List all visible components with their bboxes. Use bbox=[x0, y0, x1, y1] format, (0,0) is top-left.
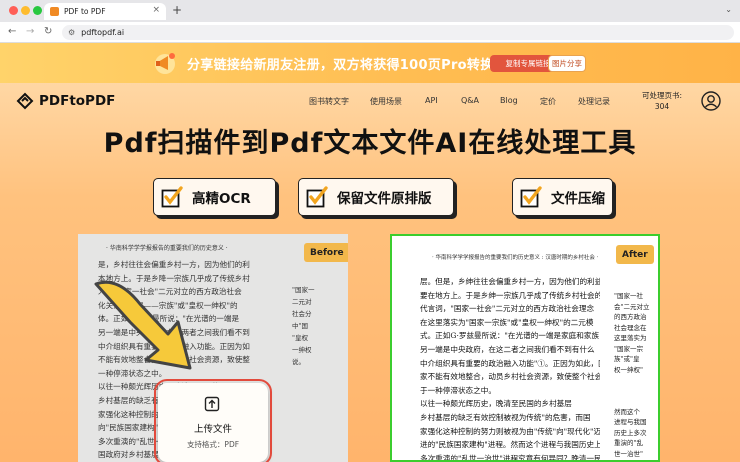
nav-pricing[interactable]: 定价 bbox=[540, 96, 556, 107]
nav-qa[interactable]: Q&A bbox=[461, 96, 479, 105]
feature-label: 文件压缩 bbox=[551, 191, 605, 207]
chevron-down-icon[interactable]: ⌄ bbox=[725, 5, 732, 14]
doc-line: 家不能有效地整合，动员乡村社会资源，致使整个社会处 bbox=[420, 372, 600, 382]
feature-keep-layout: 保留文件原排版 bbox=[298, 178, 454, 216]
url-input[interactable]: ⚙ pdftopdf.ai bbox=[62, 25, 734, 40]
after-doc-header: · 华南科学学学报报告的重要我们的历史意义 : 汉唐时期的乡村社会 · bbox=[432, 255, 599, 261]
doc-margin-line: 中"国 bbox=[292, 322, 308, 330]
feature-label: 高精OCR bbox=[192, 191, 251, 207]
site-logo[interactable]: PDFtoPDF bbox=[16, 92, 115, 110]
doc-margin-line: 世一治世" bbox=[614, 449, 643, 458]
quota-value: 304 bbox=[654, 102, 670, 111]
doc-margin-line: 然而这个 bbox=[614, 407, 640, 416]
nav-blog[interactable]: Blog bbox=[500, 96, 518, 105]
tab-title: PDF to PDF bbox=[64, 7, 106, 16]
after-doc-margin: "国家一社会"二元对立 的西方政治社会理念在这里落实为 "国家一宗族"或"皇权一绅权… bbox=[614, 291, 658, 459]
nav-api[interactable]: API bbox=[425, 96, 438, 105]
pdftopdf-logo-icon bbox=[16, 92, 34, 110]
banner-text: 分享链接给新朋友注册，双方将获得100页Pro转换 bbox=[187, 58, 494, 73]
doc-line: 代言词，"国家一社会"二元对立的西方政治社会理念 bbox=[420, 304, 595, 314]
doc-margin-line: 一绅权 bbox=[292, 346, 312, 354]
doc-line: 层。但是，乡绅往往会偏重乡村一方，因为他们的利益主 bbox=[420, 277, 600, 286]
doc-margin-line: 的西方政治 bbox=[614, 313, 647, 321]
user-circle-icon[interactable] bbox=[701, 91, 721, 111]
before-document: · 华南科学学学报报告的重要我们的历史意义 · 是，乡村往往会偏重乡村一方，因为… bbox=[78, 234, 348, 462]
after-badge: After bbox=[616, 245, 654, 264]
window-close-dot[interactable] bbox=[9, 6, 18, 15]
doc-margin-line bbox=[614, 375, 658, 386]
upload-icon bbox=[204, 396, 220, 412]
big-arrow-icon bbox=[94, 280, 192, 370]
browser-tab[interactable]: PDF to PDF × bbox=[44, 3, 166, 20]
megaphone-gift-icon bbox=[155, 53, 175, 74]
doc-line: 家强化这种控制的努力则被视为由"传统"向"现代化"迈 bbox=[420, 426, 600, 436]
browser-tab-bar: PDF to PDF × + ⌄ bbox=[0, 0, 740, 22]
after-doc-text: 层。但是，乡绅往往会偏重乡村一方，因为他们的利益主 要在地方上。于是乡绅一宗族几乎… bbox=[420, 275, 600, 462]
tune-icon[interactable]: ⚙ bbox=[68, 28, 75, 37]
doc-margin-line: 权一绅权" bbox=[614, 365, 643, 374]
favicon-icon bbox=[50, 7, 59, 16]
nav-history[interactable]: 处理记录 bbox=[578, 96, 610, 107]
doc-line: 中介组织具有重要的政治融入功能"①。正因为如此，国 bbox=[420, 358, 600, 368]
doc-margin-line bbox=[614, 396, 658, 407]
doc-line: 多次重演的"乱世一治世"进程究竟有何异同？晚清一民 bbox=[420, 453, 600, 462]
arrow-right-icon[interactable]: → bbox=[26, 26, 34, 37]
nav-book-to-text[interactable]: 图书转文字 bbox=[309, 96, 349, 107]
close-icon[interactable]: × bbox=[152, 5, 160, 15]
doc-margin-line: 说。 bbox=[292, 358, 305, 366]
doc-line: 在这里落实为"国家一宗族"或"皇权一绅权"的二元模 bbox=[420, 317, 594, 327]
before-doc-margin: "国家一二元对社会分中"国 "皇权一绅权说。 bbox=[292, 284, 332, 368]
upload-title: 上传文件 bbox=[193, 424, 232, 435]
before-doc-header: · 华南科学学学报报告的重要我们的历史意义 · bbox=[106, 245, 228, 252]
checkbox-checked-icon bbox=[161, 186, 183, 208]
url-text: pdftopdf.ai bbox=[81, 28, 125, 37]
checkbox-checked-icon bbox=[520, 186, 542, 208]
doc-line: 进的"民族国家建构"进程。然而这个进程与我国历史上 bbox=[420, 440, 600, 450]
plus-icon[interactable]: + bbox=[172, 3, 182, 17]
doc-line: 以往一种颇光辉历史，晚清至民国的乡村基层 bbox=[420, 399, 572, 409]
feature-compress: 文件压缩 bbox=[512, 178, 613, 216]
reload-icon[interactable]: ↻ bbox=[44, 26, 52, 37]
doc-margin-line: "国家一社 bbox=[614, 292, 643, 300]
doc-margin-line: 社会分 bbox=[292, 310, 312, 318]
logo-text: PDFtoPDF bbox=[39, 93, 116, 109]
doc-line: 另一端是中央政府，在这二者之间我们看不到有什么 bbox=[420, 344, 595, 354]
doc-line: 式。正如G·罗兹曼所说："在光谱的一端是家庭和家族， bbox=[420, 331, 600, 341]
image-share-button[interactable]: 图片分享 bbox=[548, 55, 586, 72]
after-document: · 华南科学学学报报告的重要我们的历史意义 : 汉唐时期的乡村社会 · 层。但是… bbox=[390, 234, 660, 462]
doc-margin-line: 会"二元对立 bbox=[614, 302, 650, 311]
window-minimize-dot[interactable] bbox=[21, 6, 30, 15]
doc-margin-line: 重演的"乱 bbox=[614, 439, 643, 447]
doc-margin-line: "国家一宗 bbox=[614, 344, 643, 353]
doc-line: 乡村基层的缺乏有效控制被视为传统"的危害，而国 bbox=[420, 412, 591, 422]
feature-label: 保留文件原排版 bbox=[337, 191, 432, 207]
address-bar: ← → ↻ ⚙ pdftopdf.ai bbox=[0, 22, 740, 43]
doc-margin-line: "国家一 bbox=[292, 286, 315, 294]
nav-use-cases[interactable]: 使用场景 bbox=[370, 96, 402, 107]
feature-ocr: 高精OCR bbox=[153, 178, 276, 216]
doc-margin-line: 历史上多次 bbox=[614, 428, 647, 437]
doc-margin-line: 二元对 bbox=[292, 298, 312, 306]
doc-line: 于一种停滞状态之中。 bbox=[420, 385, 496, 395]
doc-margin-line: 进程与我国 bbox=[614, 418, 647, 426]
doc-margin-line: 族"或"皇 bbox=[614, 355, 640, 363]
before-badge: Before bbox=[304, 243, 348, 262]
doc-margin-line: 社会理念在 bbox=[614, 323, 647, 332]
window-zoom-dot[interactable] bbox=[33, 6, 42, 15]
doc-margin-line bbox=[614, 386, 658, 397]
quota-info: 可处理页书: 304 bbox=[636, 90, 688, 112]
quota-label: 可处理页书: bbox=[641, 91, 683, 100]
checkbox-checked-icon bbox=[306, 186, 328, 208]
doc-margin-line: "皇权 bbox=[292, 334, 308, 342]
upload-formats: 支持格式：PDF bbox=[186, 440, 240, 449]
page-title: Pdf扫描件到Pdf文本文件AI在线处理工具 bbox=[103, 128, 637, 159]
doc-line: 要在地方上。于是乡绅一宗族几乎成了传统乡村社会的 bbox=[420, 290, 600, 300]
doc-margin-line: 这里落实为 bbox=[614, 334, 647, 342]
promo-banner: 分享链接给新朋友注册，双方将获得100页Pro转换 复制专属链接 bbox=[0, 43, 740, 83]
arrow-left-icon[interactable]: ← bbox=[8, 26, 16, 37]
upload-button[interactable]: 上传文件 支持格式：PDF bbox=[154, 379, 272, 462]
